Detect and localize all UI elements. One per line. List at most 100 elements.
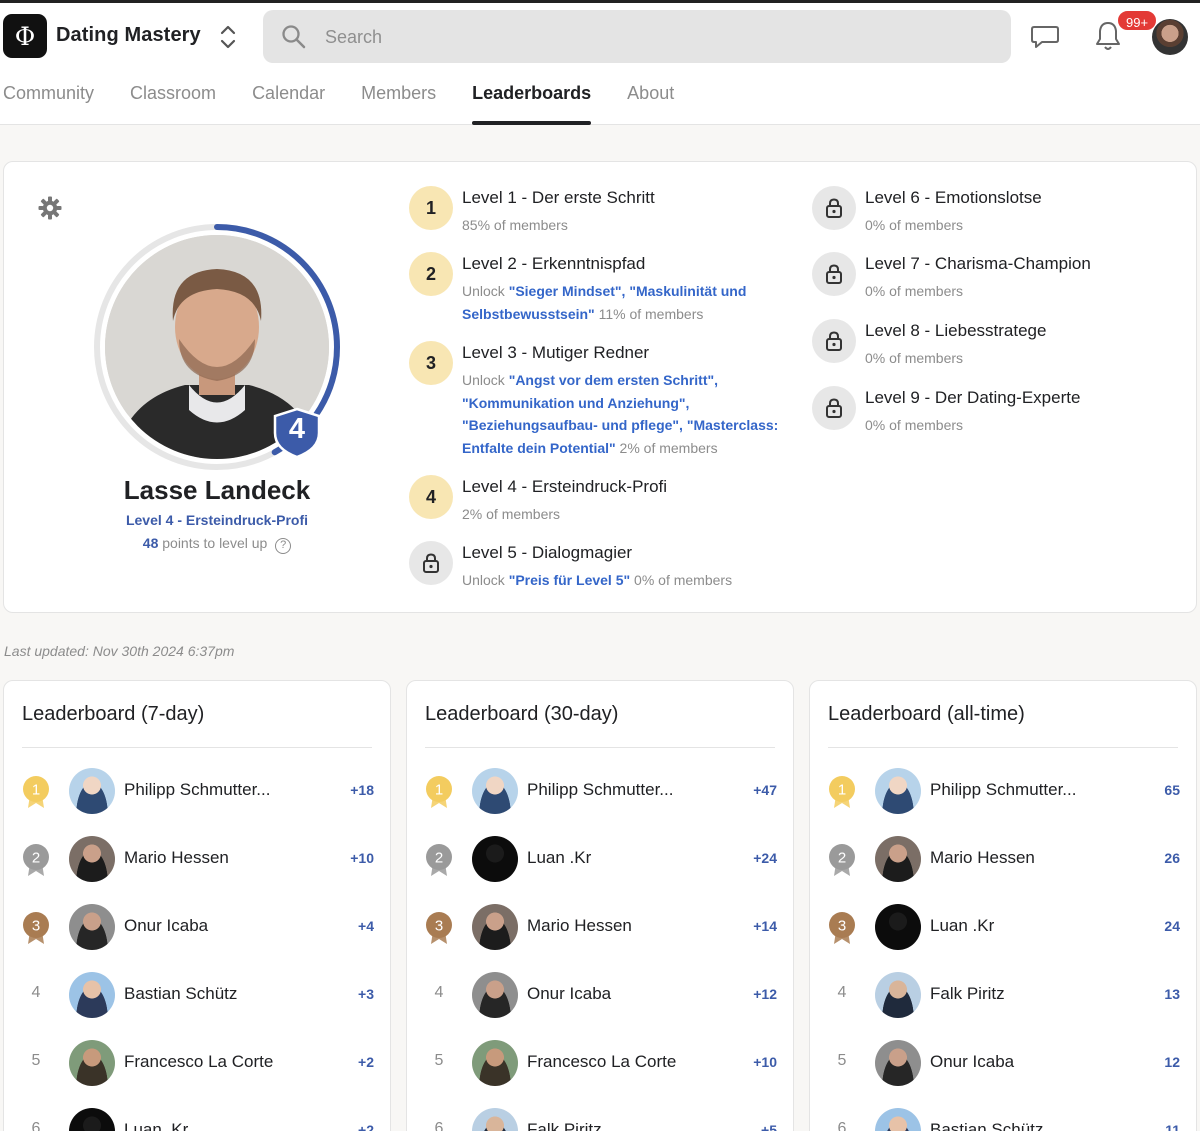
search-input[interactable]: Search bbox=[263, 10, 1011, 63]
leaderboard-row[interactable]: 6 Falk Piritz +5 bbox=[407, 1107, 793, 1131]
svg-text:3: 3 bbox=[838, 918, 846, 935]
unlock-courses-link[interactable]: "Preis für Level 5" bbox=[509, 572, 630, 588]
group-name[interactable]: Dating Mastery bbox=[56, 24, 201, 47]
leaderboard-row[interactable]: 3 Luan .Kr 24 bbox=[810, 903, 1196, 951]
tab-leaderboards[interactable]: Leaderboards bbox=[472, 81, 592, 125]
leaderboard-row[interactable]: 2 Mario Hessen 26 bbox=[810, 835, 1196, 883]
member-name[interactable]: Philipp Schmutter... bbox=[124, 780, 270, 800]
avatar[interactable] bbox=[875, 972, 921, 1018]
avatar[interactable] bbox=[69, 836, 115, 882]
tab-community[interactable]: Community bbox=[3, 81, 94, 125]
avatar[interactable] bbox=[472, 1040, 518, 1086]
leaderboard-row[interactable]: 6 Bastian Schütz 11 bbox=[810, 1107, 1196, 1131]
user-avatar[interactable] bbox=[1152, 19, 1188, 55]
notification-badge: 99+ bbox=[1116, 9, 1159, 32]
leaderboard-row[interactable]: 2 Mario Hessen +10 bbox=[4, 835, 390, 883]
avatar[interactable] bbox=[472, 768, 518, 814]
member-name[interactable]: Luan .Kr bbox=[124, 1120, 188, 1131]
rank-number: 6 bbox=[31, 1120, 41, 1131]
member-points: +47 bbox=[753, 782, 777, 798]
group-logo[interactable]: Φ bbox=[3, 14, 47, 58]
leaderboard-row[interactable]: 1 Philipp Schmutter... 65 bbox=[810, 767, 1196, 815]
leaderboard-row[interactable]: 3 Mario Hessen +14 bbox=[407, 903, 793, 951]
leaderboard-row[interactable]: 2 Luan .Kr +24 bbox=[407, 835, 793, 883]
avatar[interactable] bbox=[69, 904, 115, 950]
points-value: 48 bbox=[142, 535, 159, 551]
member-name[interactable]: Philipp Schmutter... bbox=[527, 780, 673, 800]
tab-about[interactable]: About bbox=[627, 81, 674, 125]
leaderboard-row[interactable]: 6 Luan .Kr +2 bbox=[4, 1107, 390, 1131]
avatar[interactable] bbox=[69, 1108, 115, 1131]
avatar[interactable] bbox=[472, 904, 518, 950]
member-points: +24 bbox=[753, 850, 777, 866]
member-name[interactable]: Onur Icaba bbox=[930, 1052, 1014, 1072]
gear-icon[interactable] bbox=[37, 195, 63, 221]
rank-medal-icon: 3 bbox=[827, 911, 857, 945]
avatar[interactable] bbox=[472, 836, 518, 882]
avatar[interactable] bbox=[875, 904, 921, 950]
tab-classroom[interactable]: Classroom bbox=[130, 81, 216, 125]
level-desc-2: Unlock "Sieger Mindset", "Maskulinität u… bbox=[462, 280, 782, 325]
member-name[interactable]: Mario Hessen bbox=[124, 848, 229, 868]
avatar[interactable] bbox=[472, 1108, 518, 1131]
member-name[interactable]: Philipp Schmutter... bbox=[930, 780, 1076, 800]
rank-number: 5 bbox=[31, 1052, 41, 1069]
leaderboard-row[interactable]: 4 Falk Piritz 13 bbox=[810, 971, 1196, 1019]
member-points: +10 bbox=[753, 1054, 777, 1070]
tab-members[interactable]: Members bbox=[361, 81, 436, 125]
leaderboard-row[interactable]: 3 Onur Icaba +4 bbox=[4, 903, 390, 951]
member-name[interactable]: Onur Icaba bbox=[124, 916, 208, 936]
member-name[interactable]: Onur Icaba bbox=[527, 984, 611, 1004]
chat-icon[interactable] bbox=[1030, 23, 1060, 51]
rank-number: 5 bbox=[837, 1052, 847, 1069]
avatar[interactable] bbox=[69, 1040, 115, 1086]
avatar[interactable] bbox=[875, 1040, 921, 1086]
member-name[interactable]: Falk Piritz bbox=[527, 1120, 602, 1131]
leaderboard-row[interactable]: 4 Bastian Schütz +3 bbox=[4, 971, 390, 1019]
search-placeholder: Search bbox=[325, 27, 383, 47]
chevron-updown-icon[interactable] bbox=[217, 23, 239, 51]
member-name[interactable]: Mario Hessen bbox=[930, 848, 1035, 868]
divider bbox=[425, 747, 775, 748]
member-name[interactable]: Luan .Kr bbox=[527, 848, 591, 868]
leaderboard-row[interactable]: 5 Onur Icaba 12 bbox=[810, 1039, 1196, 1087]
level-shield-number: 4 bbox=[288, 413, 306, 445]
member-name[interactable]: Francesco La Corte bbox=[124, 1052, 273, 1072]
member-points: 24 bbox=[1164, 918, 1180, 934]
last-updated: Last updated: Nov 30th 2024 6:37pm bbox=[4, 643, 235, 659]
leaderboard-row[interactable]: 1 Philipp Schmutter... +47 bbox=[407, 767, 793, 815]
level-title-3: Level 3 - Mutiger Redner bbox=[462, 343, 650, 362]
avatar[interactable] bbox=[69, 768, 115, 814]
leaderboard-row[interactable]: 4 Onur Icaba +12 bbox=[407, 971, 793, 1019]
level-members-6: 0% of members bbox=[865, 217, 964, 233]
leaderboard-row[interactable]: 5 Francesco La Corte +10 bbox=[407, 1039, 793, 1087]
member-name[interactable]: Bastian Schütz bbox=[930, 1120, 1043, 1131]
avatar[interactable] bbox=[69, 972, 115, 1018]
leaderboard-all-time: Leaderboard (all-time) 1 Philipp Schmutte… bbox=[809, 680, 1197, 1131]
search-icon bbox=[282, 25, 306, 49]
avatar[interactable] bbox=[875, 768, 921, 814]
member-name[interactable]: Luan .Kr bbox=[930, 916, 994, 936]
rank-number: 4 bbox=[434, 984, 444, 1001]
tab-calendar[interactable]: Calendar bbox=[252, 81, 325, 125]
svg-text:3: 3 bbox=[435, 918, 443, 935]
avatar[interactable] bbox=[875, 1108, 921, 1131]
rank-medal-icon: 2 bbox=[424, 843, 454, 877]
profile-name[interactable]: Lasse Landeck bbox=[4, 475, 430, 506]
member-name[interactable]: Bastian Schütz bbox=[124, 984, 237, 1004]
member-points: 12 bbox=[1164, 1054, 1180, 1070]
member-name[interactable]: Falk Piritz bbox=[930, 984, 1005, 1004]
member-points: +12 bbox=[753, 986, 777, 1002]
avatar[interactable] bbox=[875, 836, 921, 882]
help-icon[interactable]: ? bbox=[275, 538, 292, 554]
points-suffix: points to level up bbox=[162, 535, 268, 551]
unlock-prefix: Unlock bbox=[462, 572, 509, 588]
member-points: +18 bbox=[350, 782, 374, 798]
avatar[interactable] bbox=[472, 972, 518, 1018]
lock-icon bbox=[812, 386, 856, 430]
member-name[interactable]: Mario Hessen bbox=[527, 916, 632, 936]
member-name[interactable]: Francesco La Corte bbox=[527, 1052, 676, 1072]
member-points: 13 bbox=[1164, 986, 1180, 1002]
leaderboard-row[interactable]: 1 Philipp Schmutter... +18 bbox=[4, 767, 390, 815]
leaderboard-row[interactable]: 5 Francesco La Corte +2 bbox=[4, 1039, 390, 1087]
